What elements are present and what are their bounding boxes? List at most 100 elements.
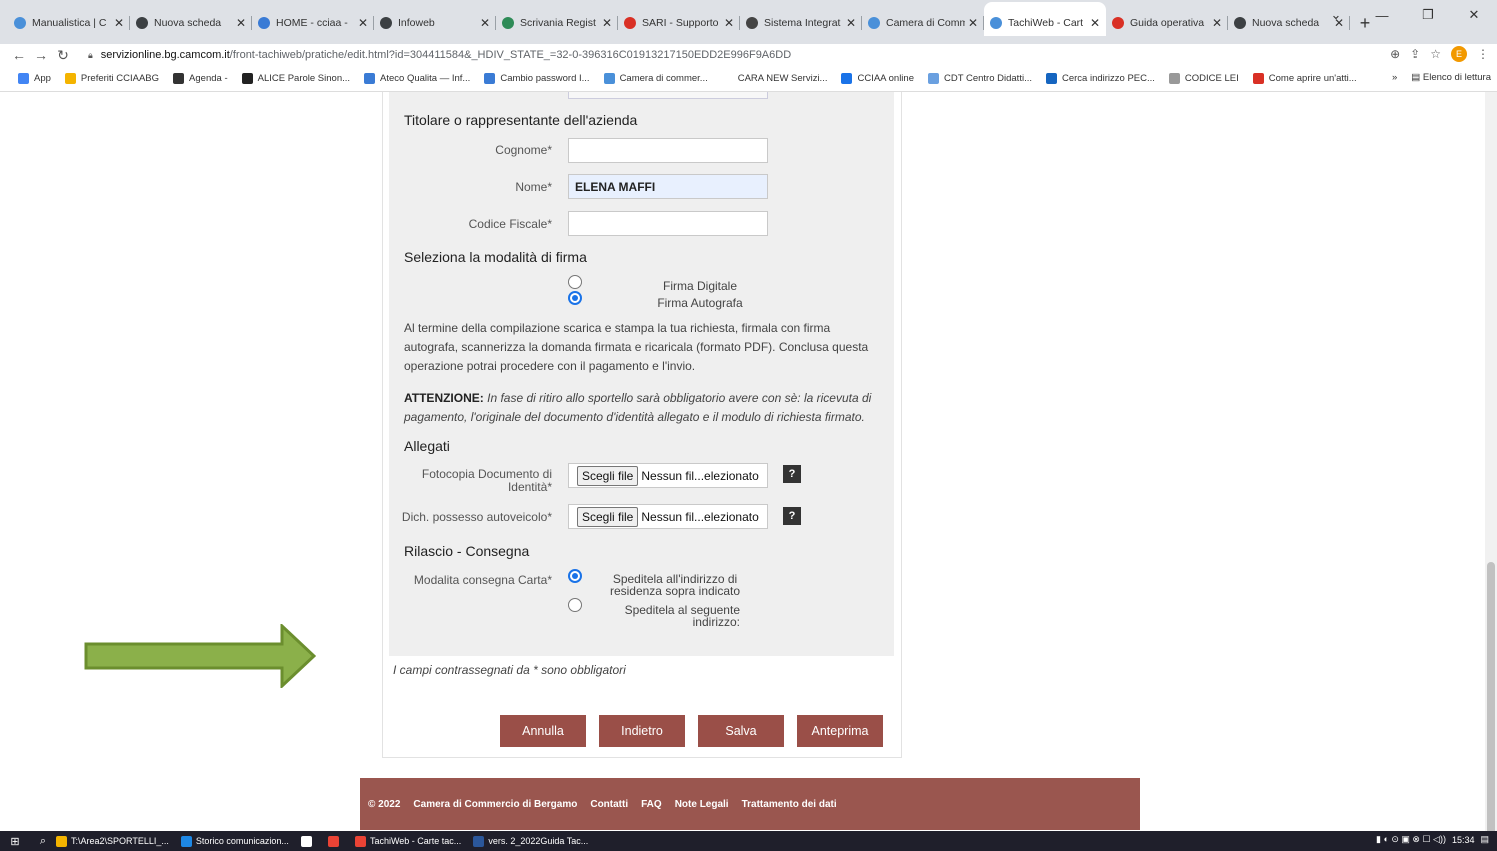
bookmark-item[interactable]: ALICE Parole Sinon... [241, 73, 350, 84]
tab-title: Infoweb [398, 17, 435, 29]
bookmark-item[interactable]: Agenda - [173, 73, 228, 84]
footer-note-legali-link[interactable]: Note Legali [675, 799, 729, 810]
tab-close-icon[interactable]: ✕ [846, 16, 856, 30]
tab-search-icon[interactable]: ⌄ [1313, 0, 1359, 30]
cancel-button[interactable]: Annulla [500, 715, 586, 747]
url-path: /front-tachiweb/pratiche/edit.html?id=30… [229, 49, 792, 61]
search-icon[interactable]: ⌕ [30, 835, 56, 848]
address-bar[interactable]: 🔒︎ servizionline.bg.camcom.it/front-tach… [88, 45, 1338, 65]
signature-digital-radio[interactable] [568, 275, 582, 289]
bookmark-item[interactable]: Cambio password I... [484, 73, 590, 84]
signature-autograph-radio[interactable] [568, 291, 582, 305]
bookmark-icon [841, 73, 853, 84]
tab-favicon-icon [136, 17, 148, 29]
taskbar-item-label: T:\Area2\SPORTELLI_... [71, 836, 169, 846]
browser-tab[interactable]: Scrivania Regist ✕ [496, 10, 618, 36]
close-window-button[interactable]: ✕ [1451, 0, 1497, 30]
tab-close-icon[interactable]: ✕ [724, 16, 734, 30]
minimize-button[interactable]: — [1359, 0, 1405, 30]
nome-input[interactable]: ELENA MAFFI [568, 174, 768, 199]
taskbar-item[interactable]: TachiWeb - Carte tac... [354, 835, 461, 847]
browser-tab[interactable]: TachiWeb - Cart ✕ [984, 2, 1106, 36]
cognome-input[interactable] [568, 138, 768, 163]
windows-start-icon[interactable]: ⊞ [0, 835, 30, 848]
tab-favicon-icon [990, 17, 1002, 29]
bookmark-item[interactable]: Come aprire un'atti... [1252, 73, 1357, 84]
tab-close-icon[interactable]: ✕ [114, 16, 124, 30]
bookmark-item[interactable]: Cerca indirizzo PEC... [1046, 73, 1155, 84]
footer-contatti-link[interactable]: Contatti [590, 799, 628, 810]
tab-close-icon[interactable]: ✕ [236, 16, 246, 30]
doc-identity-choose-button[interactable]: Scegli file [577, 465, 639, 486]
codice-fiscale-input[interactable] [568, 211, 768, 236]
tab-close-icon[interactable]: ✕ [602, 16, 612, 30]
browser-tab[interactable]: Guida operativa ✕ [1106, 10, 1228, 36]
taskbar-item[interactable]: vers. 2_2022Guida Tac... [473, 835, 588, 847]
tray-icons[interactable]: ▮ ◐ ⊙ ▣ ⊗ ☐ ◁)) [1376, 834, 1446, 845]
bookmark-icon [18, 73, 29, 84]
delivery-residence-radio[interactable] [568, 569, 582, 583]
footer-org-link[interactable]: Camera di Commercio di Bergamo [413, 799, 577, 810]
browser-tab[interactable]: Nuova scheda ✕ [130, 10, 252, 36]
profile-avatar[interactable]: E [1451, 46, 1467, 62]
bookmarks-overflow-button[interactable]: » [1392, 72, 1397, 83]
dich-file-status: Nessun fil...elezionato [641, 509, 759, 524]
browser-tab[interactable]: Infoweb ✕ [374, 10, 496, 36]
bookmark-item[interactable]: Ateco Qualita — Inf... [364, 73, 470, 84]
attention-paragraph: ATTENZIONE: In fase di ritiro allo sport… [404, 389, 874, 427]
bookmark-item[interactable]: CCIAA online [841, 73, 914, 84]
menu-kebab-icon[interactable]: ⋮ [1477, 47, 1489, 61]
notification-icon[interactable]: ▤ [1480, 834, 1489, 845]
doc-identity-file-input[interactable]: Scegli file Nessun fil...elezionato [568, 463, 768, 488]
footer-faq-link[interactable]: FAQ [641, 799, 662, 810]
save-button[interactable]: Salva [698, 715, 784, 747]
star-icon[interactable]: ☆ [1430, 47, 1441, 61]
reading-list-icon: ▤ [1411, 72, 1423, 83]
taskbar-app-icon [300, 835, 312, 847]
reading-list-button[interactable]: ▤ Elenco di lettura [1411, 72, 1491, 83]
dich-file-input[interactable]: Scegli file Nessun fil...elezionato [568, 504, 768, 529]
tab-close-icon[interactable]: ✕ [1212, 16, 1222, 30]
delivery-other-radio[interactable] [568, 598, 582, 612]
taskbar-item[interactable] [327, 835, 343, 847]
reload-icon[interactable]: ↻ [52, 47, 74, 64]
browser-tab[interactable]: Camera di Comm ✕ [862, 10, 984, 36]
bookmark-item[interactable]: Camera di commer... [603, 73, 708, 84]
bookmark-item[interactable]: Preferiti CCIAABG [64, 73, 159, 84]
browser-tab[interactable]: Manualistica | C ✕ [8, 10, 130, 36]
taskbar-item[interactable]: Storico comunicazion... [180, 835, 289, 847]
scrollbar-thumb[interactable] [1487, 562, 1495, 838]
preview-button[interactable]: Anteprima [797, 715, 883, 747]
page-scrollbar[interactable] [1485, 92, 1497, 838]
dich-help-icon[interactable]: ? [783, 507, 801, 525]
tab-close-icon[interactable]: ✕ [358, 16, 368, 30]
tab-close-icon[interactable]: ✕ [1090, 16, 1100, 30]
tab-close-icon[interactable]: ✕ [480, 16, 490, 30]
tab-favicon-icon [1234, 17, 1246, 29]
zoom-icon[interactable]: ⊕ [1390, 47, 1400, 61]
bookmark-label: Come aprire un'atti... [1268, 73, 1357, 84]
bookmark-item[interactable]: CODICE LEI [1168, 73, 1239, 84]
back-arrow-icon[interactable]: ← [8, 47, 30, 63]
forward-arrow-icon[interactable]: → [30, 47, 52, 63]
footer-privacy-link[interactable]: Trattamento dei dati [742, 799, 837, 810]
bookmark-item[interactable]: CARA NEW Servizi... [721, 73, 827, 84]
bookmark-item[interactable]: App [18, 73, 51, 84]
dich-choose-button[interactable]: Scegli file [577, 506, 639, 527]
taskbar-item[interactable]: T:\Area2\SPORTELLI_... [56, 835, 169, 847]
tab-favicon-icon [14, 17, 26, 29]
tab-title: Manualistica | C [32, 17, 107, 29]
tab-close-icon[interactable]: ✕ [968, 16, 978, 30]
browser-tab[interactable]: Sistema Integrat ✕ [740, 10, 862, 36]
doc-identity-help-icon[interactable]: ? [783, 465, 801, 483]
tab-title: Sistema Integrat [764, 17, 841, 29]
bookmark-item[interactable]: CDT Centro Didatti... [928, 73, 1032, 84]
browser-tab[interactable]: SARI - Supporto ✕ [618, 10, 740, 36]
tab-favicon-icon [746, 17, 758, 29]
back-button[interactable]: Indietro [599, 715, 685, 747]
share-icon[interactable]: ⇪ [1410, 47, 1420, 61]
restore-button[interactable]: ❐ [1405, 0, 1451, 30]
taskbar-item[interactable] [300, 835, 316, 847]
previous-field-stub[interactable] [568, 92, 768, 99]
browser-tab[interactable]: HOME - cciaa - ✕ [252, 10, 374, 36]
